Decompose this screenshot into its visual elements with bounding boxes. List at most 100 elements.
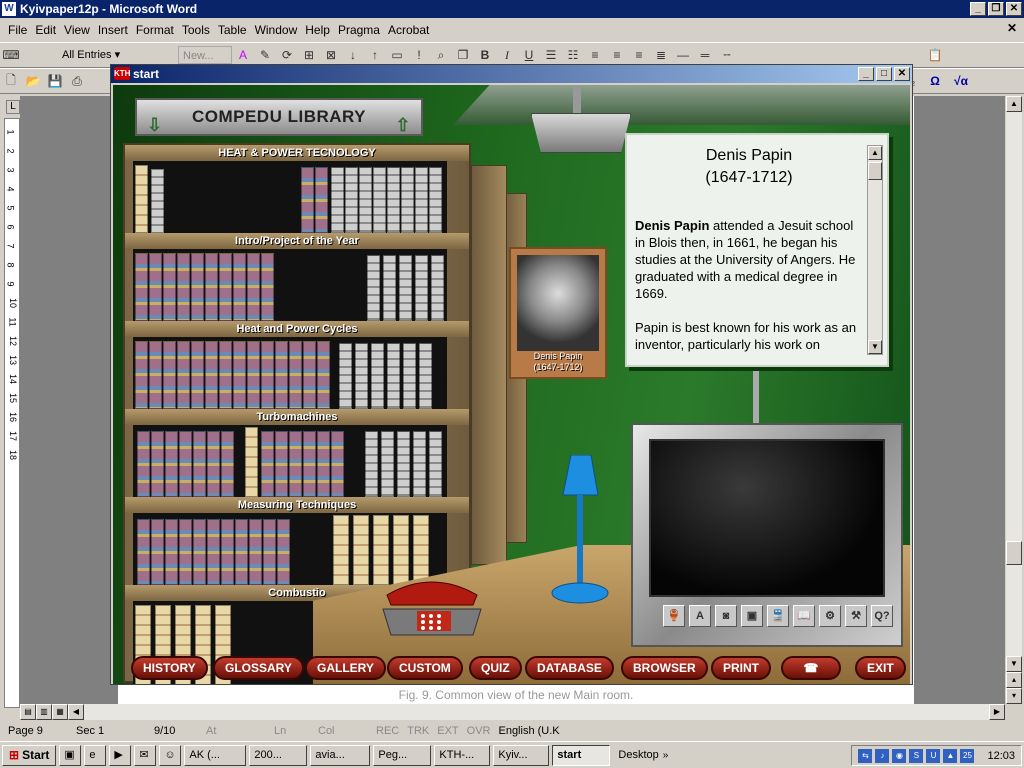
portrait-frame[interactable]: Denis Papin (1647-1712) [509,247,607,379]
print-view-icon[interactable]: ▦ [52,704,68,720]
app-title-bar[interactable]: KTH start _ □ ✕ [111,65,912,83]
bullets-icon[interactable]: ☰ [542,46,560,64]
scroll-left-icon[interactable]: ◀ [68,704,84,720]
tray-antivirus-icon[interactable]: ◉ [892,748,907,763]
task-kth[interactable]: KTH-... [434,744,491,766]
menu-pragma[interactable]: Pragma [334,23,384,37]
menu-acrobat[interactable]: Acrobat [384,23,433,37]
shelf-label-measuring[interactable]: Measuring Techniques [125,497,469,513]
task-peg[interactable]: Peg... [373,744,432,766]
scroll-thumb[interactable] [1006,541,1022,565]
status-ovr[interactable]: OVR [467,725,491,737]
find-icon[interactable]: ⌕ [432,46,450,64]
line-icon[interactable]: — [674,46,692,64]
align-right-icon[interactable]: ≡ [630,46,648,64]
app-maximize-button[interactable]: □ [876,67,892,81]
refresh-icon[interactable]: ⟳ [278,46,296,64]
minimize-button[interactable]: _ [970,2,986,16]
menu-insert[interactable]: Insert [94,23,132,37]
vase-icon[interactable]: 🏺 [663,605,685,627]
dash-line-icon[interactable]: ╌ [718,46,736,64]
menu-format[interactable]: Format [132,23,178,37]
font-color-icon[interactable]: A [234,46,252,64]
insert-table-icon[interactable]: ⊞ [300,46,318,64]
underline-icon[interactable]: U [520,46,538,64]
status-ext[interactable]: EXT [437,725,458,737]
library-banner[interactable]: ⇩ COMPEDU LIBRARY ⇧ [135,98,423,136]
window-title-bar[interactable]: W Kyivpaper12p - Microsoft Word _ ❐ ✕ [0,0,1024,18]
history-button[interactable]: HISTORY [131,656,208,680]
shelf-label-intro[interactable]: Intro/Project of the Year [125,233,469,249]
omega-icon[interactable]: Ω [926,72,944,90]
menu-view[interactable]: View [60,23,94,37]
start-app-window[interactable]: KTH start _ □ ✕ HEAT & POWER TECNOLOGY I… [110,64,913,685]
document-close-button[interactable]: ✕ [1004,21,1020,36]
align-center-icon[interactable]: ≡ [608,46,626,64]
media-player-icon[interactable]: ▶ [109,744,132,766]
task-start[interactable]: start [552,744,611,766]
menu-tools[interactable]: Tools [178,23,214,37]
bold-icon[interactable]: B [476,46,494,64]
show-desktop-icon[interactable]: ▣ [59,744,82,766]
glossary-button[interactable]: GLOSSARY [213,656,304,680]
train-icon[interactable]: 🚆 [767,605,789,627]
arrow-up-icon[interactable]: ⇧ [395,108,411,142]
sort-asc-icon[interactable]: ↓ [344,46,362,64]
menu-table[interactable]: Table [214,23,251,37]
normal-view-icon[interactable]: ▤ [20,704,36,720]
numbering-icon[interactable]: ☷ [564,46,582,64]
custom-button[interactable]: CUSTOM [387,656,463,680]
justify-icon[interactable]: ≣ [652,46,670,64]
task-kyiv[interactable]: Kyiv... [493,744,550,766]
delete-table-icon[interactable]: ⊠ [322,46,340,64]
desktop-toolbar-label[interactable]: Desktop [618,749,658,761]
vertical-scrollbar[interactable]: ▲ ▼ ▴ ▾ [1006,96,1022,704]
next-page-icon[interactable]: ▾ [1006,688,1022,704]
messenger-icon[interactable]: ☺ [159,744,182,766]
shelf-intro[interactable] [133,161,447,233]
tray-lang-icon[interactable]: S [909,748,924,763]
menu-file[interactable]: File [4,23,31,37]
copy-icon[interactable]: ❐ [454,46,472,64]
close-button[interactable]: ✕ [1006,2,1022,16]
outlook-icon[interactable]: ✉ [134,744,157,766]
info-scrollbar[interactable]: ▲ ▼ [867,145,883,355]
tray-volume-icon[interactable]: ♪ [875,748,890,763]
new-autotext-button[interactable]: New... [178,46,232,64]
print-icon[interactable]: ⎙ [68,72,86,90]
ie-icon[interactable]: e [84,744,107,766]
letter-a-icon[interactable]: A [689,605,711,627]
task-folder[interactable]: 200... [249,744,308,766]
shelf-cycles[interactable] [133,249,447,321]
maximize-button[interactable]: ❐ [988,2,1004,16]
telephone-icon[interactable] [377,575,487,639]
database-button[interactable]: DATABASE [525,656,614,680]
print-button[interactable]: PRINT [711,656,771,680]
task-ak[interactable]: AK (... [184,744,247,766]
info-scroll-up-icon[interactable]: ▲ [868,146,882,160]
vertical-ruler[interactable]: 1 2 3 4 5 6 7 8 9 10 11 12 13 14 15 16 1… [4,118,20,708]
prev-page-icon[interactable]: ▴ [1006,672,1022,688]
clock[interactable]: 12:03 [987,750,1015,762]
equation-icon[interactable]: √α [948,72,974,90]
browser-button[interactable]: BROWSER [621,656,708,680]
phone-button[interactable]: ☎ [781,656,841,680]
save-icon[interactable]: 💾 [46,72,64,90]
status-trk[interactable]: TRK [407,725,429,737]
autotext-combo[interactable]: All Entries ▾ [58,46,178,64]
scroll-up-icon[interactable]: ▲ [1006,96,1022,112]
monitor-icon[interactable]: ▣ [741,605,763,627]
info-scroll-thumb[interactable] [868,162,882,180]
edit-icon[interactable]: ✎ [256,46,274,64]
gallery-button[interactable]: GALLERY [305,656,386,680]
exit-button[interactable]: EXIT [855,656,906,680]
italic-icon[interactable]: I [498,46,516,64]
info-scroll-down-icon[interactable]: ▼ [868,340,882,354]
shelf-measuring[interactable] [133,425,447,497]
quiz-help-icon[interactable]: Q? [871,605,893,627]
tray-network-icon[interactable]: ⇆ [858,748,873,763]
field-icon[interactable]: ▭ [388,46,406,64]
quiz-button[interactable]: QUIZ [469,656,522,680]
tray-u-icon[interactable]: U [926,748,941,763]
app-close-button[interactable]: ✕ [894,67,910,81]
